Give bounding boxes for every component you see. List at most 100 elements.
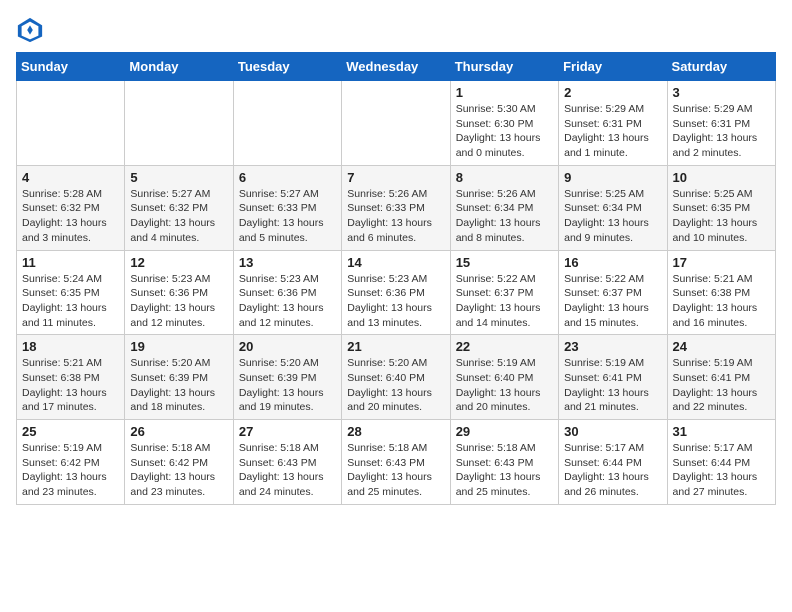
day-info: Sunrise: 5:18 AM Sunset: 6:42 PM Dayligh…: [130, 441, 227, 500]
calendar-cell: 20 Sunrise: 5:20 AM Sunset: 6:39 PM Dayli…: [233, 335, 341, 420]
day-info: Sunrise: 5:29 AM Sunset: 6:31 PM Dayligh…: [564, 102, 661, 161]
day-of-week-header: Thursday: [450, 53, 558, 81]
day-number: 23: [564, 339, 661, 354]
day-number: 22: [456, 339, 553, 354]
calendar-table: SundayMondayTuesdayWednesdayThursdayFrid…: [16, 52, 776, 505]
day-info: Sunrise: 5:24 AM Sunset: 6:35 PM Dayligh…: [22, 272, 119, 331]
day-info: Sunrise: 5:17 AM Sunset: 6:44 PM Dayligh…: [564, 441, 661, 500]
day-number: 27: [239, 424, 336, 439]
day-info: Sunrise: 5:22 AM Sunset: 6:37 PM Dayligh…: [564, 272, 661, 331]
day-number: 10: [673, 170, 770, 185]
day-number: 30: [564, 424, 661, 439]
calendar-cell: 14 Sunrise: 5:23 AM Sunset: 6:36 PM Dayli…: [342, 250, 450, 335]
calendar-cell: 3 Sunrise: 5:29 AM Sunset: 6:31 PM Daylig…: [667, 81, 775, 166]
day-number: 28: [347, 424, 444, 439]
day-number: 16: [564, 255, 661, 270]
calendar-cell: 26Sunrise: 5:18 AM Sunset: 6:42 PM Dayli…: [125, 420, 233, 505]
calendar-header-row: SundayMondayTuesdayWednesdayThursdayFrid…: [17, 53, 776, 81]
day-number: 13: [239, 255, 336, 270]
calendar-cell: [342, 81, 450, 166]
day-number: 25: [22, 424, 119, 439]
day-number: 15: [456, 255, 553, 270]
day-info: Sunrise: 5:19 AM Sunset: 6:40 PM Dayligh…: [456, 356, 553, 415]
calendar-cell: 10Sunrise: 5:25 AM Sunset: 6:35 PM Dayli…: [667, 165, 775, 250]
day-number: 2: [564, 85, 661, 100]
calendar-week-row: 25 Sunrise: 5:19 AM Sunset: 6:42 PM Dayli…: [17, 420, 776, 505]
calendar-cell: [233, 81, 341, 166]
day-number: 11: [22, 255, 119, 270]
calendar-cell: 29 Sunrise: 5:18 AM Sunset: 6:43 PM Dayli…: [450, 420, 558, 505]
day-number: 8: [456, 170, 553, 185]
day-number: 4: [22, 170, 119, 185]
day-info: Sunrise: 5:19 AM Sunset: 6:41 PM Dayligh…: [673, 356, 770, 415]
calendar-cell: [17, 81, 125, 166]
day-of-week-header: Saturday: [667, 53, 775, 81]
day-info: Sunrise: 5:21 AM Sunset: 6:38 PM Dayligh…: [22, 356, 119, 415]
day-of-week-header: Monday: [125, 53, 233, 81]
calendar-cell: 17 Sunrise: 5:21 AM Sunset: 6:38 PM Dayli…: [667, 250, 775, 335]
calendar-cell: 21 Sunrise: 5:20 AM Sunset: 6:40 PM Dayli…: [342, 335, 450, 420]
day-number: 5: [130, 170, 227, 185]
day-info: Sunrise: 5:19 AM Sunset: 6:41 PM Dayligh…: [564, 356, 661, 415]
day-number: 31: [673, 424, 770, 439]
logo: [16, 16, 48, 44]
day-info: Sunrise: 5:28 AM Sunset: 6:32 PM Dayligh…: [22, 187, 119, 246]
calendar-cell: 23 Sunrise: 5:19 AM Sunset: 6:41 PM Dayli…: [559, 335, 667, 420]
calendar-cell: 19 Sunrise: 5:20 AM Sunset: 6:39 PM Dayli…: [125, 335, 233, 420]
calendar-cell: 22 Sunrise: 5:19 AM Sunset: 6:40 PM Dayli…: [450, 335, 558, 420]
calendar-week-row: 11 Sunrise: 5:24 AM Sunset: 6:35 PM Dayli…: [17, 250, 776, 335]
day-info: Sunrise: 5:29 AM Sunset: 6:31 PM Dayligh…: [673, 102, 770, 161]
calendar-week-row: 18Sunrise: 5:21 AM Sunset: 6:38 PM Dayli…: [17, 335, 776, 420]
day-number: 14: [347, 255, 444, 270]
calendar-cell: 16 Sunrise: 5:22 AM Sunset: 6:37 PM Dayli…: [559, 250, 667, 335]
calendar-cell: 28Sunrise: 5:18 AM Sunset: 6:43 PM Dayli…: [342, 420, 450, 505]
day-number: 7: [347, 170, 444, 185]
day-number: 6: [239, 170, 336, 185]
day-info: Sunrise: 5:23 AM Sunset: 6:36 PM Dayligh…: [347, 272, 444, 331]
day-info: Sunrise: 5:27 AM Sunset: 6:33 PM Dayligh…: [239, 187, 336, 246]
calendar-cell: 9 Sunrise: 5:25 AM Sunset: 6:34 PM Daylig…: [559, 165, 667, 250]
calendar-cell: 8 Sunrise: 5:26 AM Sunset: 6:34 PM Daylig…: [450, 165, 558, 250]
calendar-cell: 31 Sunrise: 5:17 AM Sunset: 6:44 PM Dayli…: [667, 420, 775, 505]
day-number: 12: [130, 255, 227, 270]
day-info: Sunrise: 5:18 AM Sunset: 6:43 PM Dayligh…: [239, 441, 336, 500]
calendar-week-row: 4 Sunrise: 5:28 AM Sunset: 6:32 PM Daylig…: [17, 165, 776, 250]
day-info: Sunrise: 5:21 AM Sunset: 6:38 PM Dayligh…: [673, 272, 770, 331]
calendar-cell: 13 Sunrise: 5:23 AM Sunset: 6:36 PM Dayli…: [233, 250, 341, 335]
calendar-cell: 30 Sunrise: 5:17 AM Sunset: 6:44 PM Dayli…: [559, 420, 667, 505]
day-info: Sunrise: 5:20 AM Sunset: 6:39 PM Dayligh…: [239, 356, 336, 415]
day-info: Sunrise: 5:20 AM Sunset: 6:39 PM Dayligh…: [130, 356, 227, 415]
day-info: Sunrise: 5:26 AM Sunset: 6:33 PM Dayligh…: [347, 187, 444, 246]
day-info: Sunrise: 5:17 AM Sunset: 6:44 PM Dayligh…: [673, 441, 770, 500]
day-info: Sunrise: 5:26 AM Sunset: 6:34 PM Dayligh…: [456, 187, 553, 246]
calendar-cell: 2 Sunrise: 5:29 AM Sunset: 6:31 PM Daylig…: [559, 81, 667, 166]
day-number: 1: [456, 85, 553, 100]
day-of-week-header: Wednesday: [342, 53, 450, 81]
calendar-cell: 27 Sunrise: 5:18 AM Sunset: 6:43 PM Dayli…: [233, 420, 341, 505]
day-info: Sunrise: 5:25 AM Sunset: 6:34 PM Dayligh…: [564, 187, 661, 246]
day-number: 24: [673, 339, 770, 354]
page-header: [16, 16, 776, 44]
day-number: 17: [673, 255, 770, 270]
day-info: Sunrise: 5:19 AM Sunset: 6:42 PM Dayligh…: [22, 441, 119, 500]
calendar-cell: 5Sunrise: 5:27 AM Sunset: 6:32 PM Daylig…: [125, 165, 233, 250]
calendar-cell: 12 Sunrise: 5:23 AM Sunset: 6:36 PM Dayli…: [125, 250, 233, 335]
day-info: Sunrise: 5:23 AM Sunset: 6:36 PM Dayligh…: [130, 272, 227, 331]
calendar-cell: 1 Sunrise: 5:30 AM Sunset: 6:30 PM Daylig…: [450, 81, 558, 166]
day-number: 20: [239, 339, 336, 354]
day-number: 3: [673, 85, 770, 100]
day-number: 21: [347, 339, 444, 354]
day-number: 19: [130, 339, 227, 354]
day-number: 29: [456, 424, 553, 439]
calendar-cell: 4 Sunrise: 5:28 AM Sunset: 6:32 PM Daylig…: [17, 165, 125, 250]
day-info: Sunrise: 5:22 AM Sunset: 6:37 PM Dayligh…: [456, 272, 553, 331]
calendar-cell: [125, 81, 233, 166]
logo-icon: [16, 16, 44, 44]
day-info: Sunrise: 5:18 AM Sunset: 6:43 PM Dayligh…: [456, 441, 553, 500]
day-number: 9: [564, 170, 661, 185]
calendar-cell: 7 Sunrise: 5:26 AM Sunset: 6:33 PM Daylig…: [342, 165, 450, 250]
day-info: Sunrise: 5:30 AM Sunset: 6:30 PM Dayligh…: [456, 102, 553, 161]
day-info: Sunrise: 5:23 AM Sunset: 6:36 PM Dayligh…: [239, 272, 336, 331]
day-of-week-header: Tuesday: [233, 53, 341, 81]
day-info: Sunrise: 5:20 AM Sunset: 6:40 PM Dayligh…: [347, 356, 444, 415]
